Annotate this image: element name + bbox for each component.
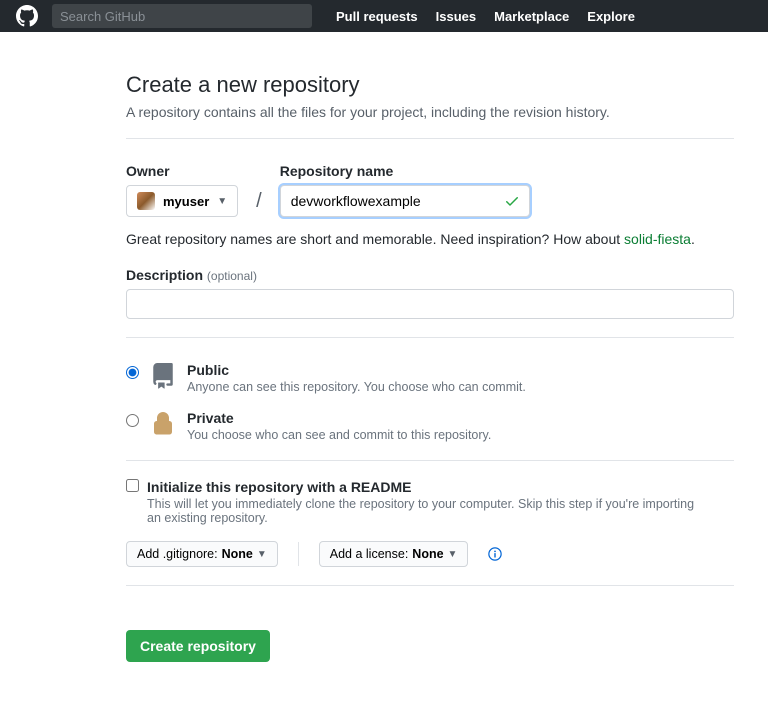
top-bar: Pull requests Issues Marketplace Explore	[0, 0, 768, 32]
divider	[126, 138, 734, 139]
nav-explore[interactable]: Explore	[587, 9, 635, 24]
owner-repo-separator: /	[256, 190, 262, 217]
suggested-name-link[interactable]: solid-fiesta	[624, 231, 691, 247]
avatar-icon	[137, 192, 155, 210]
owner-label: Owner	[126, 163, 238, 179]
caret-down-icon: ▼	[217, 196, 227, 207]
public-radio[interactable]	[126, 366, 139, 379]
nav-pull-requests[interactable]: Pull requests	[336, 9, 418, 24]
public-desc: Anyone can see this repository. You choo…	[187, 380, 526, 394]
info-icon[interactable]	[488, 547, 502, 561]
lock-icon	[149, 410, 177, 438]
nav-marketplace[interactable]: Marketplace	[494, 9, 569, 24]
repo-name-label: Repository name	[280, 163, 530, 179]
optional-tag: (optional)	[207, 269, 257, 283]
gitignore-dropdown[interactable]: Add .gitignore: None ▼	[126, 541, 278, 567]
caret-down-icon: ▼	[448, 549, 458, 560]
private-radio[interactable]	[126, 414, 139, 427]
private-desc: You choose who can see and commit to thi…	[187, 428, 491, 442]
description-label: Description	[126, 267, 203, 283]
check-icon	[504, 193, 520, 212]
repo-name-input[interactable]	[280, 185, 530, 217]
repo-public-icon	[149, 362, 177, 390]
caret-down-icon: ▼	[257, 549, 267, 560]
page-title: Create a new repository	[126, 72, 734, 98]
search-input[interactable]	[52, 4, 312, 28]
divider	[126, 337, 734, 338]
create-repository-button[interactable]: Create repository	[126, 630, 270, 662]
init-readme-desc: This will let you immediately clone the …	[147, 497, 707, 525]
init-readme-title: Initialize this repository with a README	[147, 479, 707, 495]
divider	[126, 585, 734, 586]
owner-dropdown[interactable]: myuser ▼	[126, 185, 238, 217]
description-input[interactable]	[126, 289, 734, 319]
private-title: Private	[187, 410, 491, 426]
github-logo-icon[interactable]	[16, 4, 40, 28]
owner-name: myuser	[163, 194, 209, 209]
divider	[126, 460, 734, 461]
public-title: Public	[187, 362, 526, 378]
license-dropdown[interactable]: Add a license: None ▼	[319, 541, 469, 567]
vertical-divider	[298, 542, 299, 566]
nav-issues[interactable]: Issues	[436, 9, 476, 24]
page-subtitle: A repository contains all the files for …	[126, 104, 734, 120]
init-readme-checkbox[interactable]	[126, 479, 139, 492]
name-hint: Great repository names are short and mem…	[126, 231, 734, 247]
